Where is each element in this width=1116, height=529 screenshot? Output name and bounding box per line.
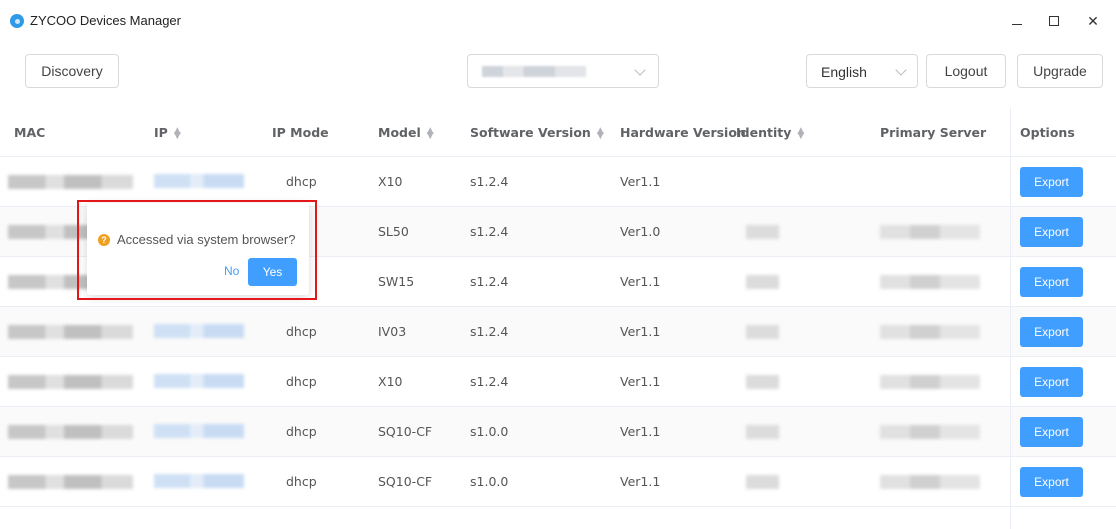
export-button[interactable]: Export bbox=[1020, 267, 1083, 297]
sort-icon[interactable]: ▲ ▼ bbox=[597, 126, 604, 140]
cell-ip-mode: dhcp bbox=[286, 324, 317, 339]
header-mac: MAC bbox=[14, 125, 46, 140]
cell-software-version: s1.0.0 bbox=[470, 474, 509, 489]
close-button[interactable]: ✕ bbox=[1081, 10, 1105, 32]
cell-hardware-version: Ver1.1 bbox=[620, 174, 661, 189]
title-bar: ZYCOO Devices Manager ✕ bbox=[0, 0, 1116, 44]
cell-software-version: s1.2.4 bbox=[470, 374, 509, 389]
ip-redacted bbox=[154, 324, 244, 338]
app-logo-icon bbox=[10, 14, 24, 28]
cell-ip-mode: dhcp bbox=[286, 424, 317, 439]
table-row: dhcp SQ10-CF s1.0.0 Ver1.1 Export bbox=[0, 407, 1116, 457]
cell-ip-mode: dhcp bbox=[286, 174, 317, 189]
header-ip[interactable]: IP ▲ ▼ bbox=[154, 125, 181, 140]
cell-model: SQ10-CF bbox=[378, 474, 433, 489]
table-row: dhcp IV03 s1.2.4 Ver1.1 Export bbox=[0, 307, 1116, 357]
table-row: dhcp X10 s1.2.4 Ver1.1 Export bbox=[0, 357, 1116, 407]
cell-hardware-version: Ver1.1 bbox=[620, 374, 661, 389]
logout-button[interactable]: Logout bbox=[926, 54, 1006, 88]
cell-hardware-version: Ver1.1 bbox=[620, 274, 661, 289]
cell-ip-mode: dhcp bbox=[286, 474, 317, 489]
export-button[interactable]: Export bbox=[1020, 317, 1083, 347]
maximize-icon bbox=[1049, 16, 1059, 26]
cell-model: X10 bbox=[378, 374, 403, 389]
maximize-button[interactable] bbox=[1042, 10, 1066, 32]
header-identity[interactable]: Identity ▲ ▼ bbox=[736, 125, 804, 140]
cell-software-version: s1.2.4 bbox=[470, 224, 509, 239]
cell-model: X10 bbox=[378, 174, 403, 189]
minimize-icon bbox=[1012, 23, 1022, 25]
language-select[interactable]: English bbox=[806, 54, 918, 88]
header-primary-server: Primary Server bbox=[880, 125, 987, 140]
device-select-value-redacted bbox=[482, 66, 586, 77]
header-options: Options bbox=[1020, 125, 1075, 140]
sort-icon[interactable]: ▲ ▼ bbox=[427, 126, 434, 140]
mac-redacted bbox=[8, 175, 133, 189]
ip-redacted bbox=[154, 474, 244, 488]
language-value: English bbox=[821, 64, 867, 80]
cell-model: SL50 bbox=[378, 224, 409, 239]
export-button[interactable]: Export bbox=[1020, 367, 1083, 397]
no-button[interactable]: No bbox=[224, 264, 239, 278]
mac-redacted bbox=[8, 325, 133, 339]
primary-server-redacted bbox=[880, 225, 980, 239]
header-software-version[interactable]: Software Version ▲ ▼ bbox=[470, 125, 604, 140]
chevron-down-icon bbox=[895, 64, 907, 76]
cell-software-version: s1.2.4 bbox=[470, 324, 509, 339]
cell-hardware-version: Ver1.1 bbox=[620, 474, 661, 489]
export-button[interactable]: Export bbox=[1020, 217, 1083, 247]
cell-hardware-version: Ver1.1 bbox=[620, 324, 661, 339]
header-model[interactable]: Model ▲ ▼ bbox=[378, 125, 434, 140]
primary-server-redacted bbox=[880, 375, 980, 389]
table-header: MAC IP ▲ ▼ IP Mode Model ▲ ▼ Software Versio… bbox=[0, 107, 1116, 157]
primary-server-redacted bbox=[880, 475, 980, 489]
mac-redacted bbox=[8, 475, 133, 489]
cell-ip-mode: dhcp bbox=[286, 374, 317, 389]
options-column-divider bbox=[1010, 107, 1011, 529]
minimize-button[interactable] bbox=[1005, 10, 1029, 32]
close-icon: ✕ bbox=[1087, 12, 1099, 29]
identity-redacted bbox=[746, 475, 779, 489]
primary-server-redacted bbox=[880, 425, 980, 439]
sort-icon[interactable]: ▲ ▼ bbox=[174, 126, 181, 140]
identity-redacted bbox=[746, 275, 779, 289]
ip-redacted bbox=[154, 374, 244, 388]
cell-hardware-version: Ver1.1 bbox=[620, 424, 661, 439]
cell-software-version: s1.2.4 bbox=[470, 174, 509, 189]
app-title: ZYCOO Devices Manager bbox=[30, 13, 181, 28]
identity-redacted bbox=[746, 325, 779, 339]
cell-model: IV03 bbox=[378, 324, 407, 339]
ip-redacted bbox=[154, 174, 244, 188]
identity-redacted bbox=[746, 425, 779, 439]
device-select[interactable] bbox=[467, 54, 659, 88]
cell-software-version: s1.0.0 bbox=[470, 424, 509, 439]
primary-server-redacted bbox=[880, 325, 980, 339]
mac-redacted bbox=[8, 375, 133, 389]
mac-redacted bbox=[8, 425, 133, 439]
chevron-down-icon bbox=[634, 64, 646, 76]
ip-redacted bbox=[154, 424, 244, 438]
primary-server-redacted bbox=[880, 275, 980, 289]
table-row: dhcp SQ10-CF s1.0.0 Ver1.1 Export bbox=[0, 457, 1116, 507]
header-ip-mode: IP Mode bbox=[272, 125, 329, 140]
cell-hardware-version: Ver1.0 bbox=[620, 224, 661, 239]
cell-software-version: s1.2.4 bbox=[470, 274, 509, 289]
sort-icon[interactable]: ▲ ▼ bbox=[797, 126, 804, 140]
identity-redacted bbox=[746, 225, 779, 239]
table-row: dhcp X10 s1.2.4 Ver1.1 Export bbox=[0, 157, 1116, 207]
yes-button[interactable]: Yes bbox=[248, 258, 297, 286]
export-button[interactable]: Export bbox=[1020, 167, 1083, 197]
cell-model: SQ10-CF bbox=[378, 424, 433, 439]
confirm-popover: ? Accessed via system browser? No Yes bbox=[87, 203, 309, 295]
upgrade-button[interactable]: Upgrade bbox=[1017, 54, 1103, 88]
question-warning-icon: ? bbox=[98, 234, 110, 246]
export-button[interactable]: Export bbox=[1020, 467, 1083, 497]
discovery-button[interactable]: Discovery bbox=[25, 54, 119, 88]
cell-model: SW15 bbox=[378, 274, 415, 289]
identity-redacted bbox=[746, 375, 779, 389]
header-hardware-version: Hardware Version bbox=[620, 125, 746, 140]
export-button[interactable]: Export bbox=[1020, 417, 1083, 447]
popover-message: Accessed via system browser? bbox=[117, 232, 296, 247]
